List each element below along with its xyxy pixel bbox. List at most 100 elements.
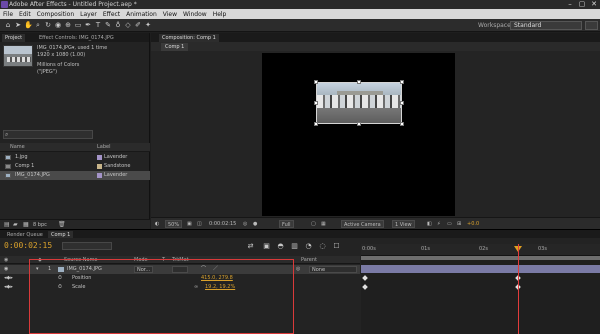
hand-tool-icon[interactable]: ✋ <box>24 22 33 29</box>
property-row-scale[interactable]: ◂◆▸ ⏱ Scale ∞ 19.2, 19.2% <box>0 283 360 292</box>
current-time[interactable]: 0:00:02:15 <box>209 220 236 228</box>
av-features-icon[interactable]: ◉ <box>4 257 8 263</box>
show-channel-icon[interactable]: ● <box>253 220 257 228</box>
layer-image-parking-lot[interactable] <box>316 82 402 124</box>
brush-tool-icon[interactable]: ✎ <box>104 22 112 29</box>
composition-canvas[interactable] <box>262 53 455 216</box>
search-help-icon[interactable] <box>585 21 598 30</box>
transparency-grid-icon[interactable]: ▦ <box>321 220 326 228</box>
stopwatch-icon[interactable]: ⏱ <box>58 274 62 283</box>
tab-effect-controls[interactable]: Effect Controls: IMG_0174.JPG <box>36 34 117 42</box>
transform-handle[interactable] <box>400 122 404 126</box>
scale-value[interactable]: 19.2, 19.2% <box>205 283 235 292</box>
shy-switch-icon[interactable]: ⌒ <box>201 265 206 274</box>
frame-blending-icon[interactable]: ▥ <box>290 242 299 250</box>
column-label[interactable]: Label <box>97 144 111 150</box>
resolution-select[interactable]: Full <box>279 220 294 228</box>
column-name[interactable]: Name <box>10 144 25 150</box>
toggle-pixel-aspect-icon[interactable]: ◧ <box>427 220 432 228</box>
region-of-interest-icon[interactable]: ▢ <box>311 220 316 228</box>
stopwatch-icon[interactable]: ⏱ <box>58 283 62 292</box>
constrain-proportions-icon[interactable]: ∞ <box>194 283 198 292</box>
label-swatch[interactable] <box>97 173 102 178</box>
maximize-button[interactable]: ▢ <box>576 0 588 9</box>
home-icon[interactable]: ⌂ <box>4 22 12 29</box>
expand-arrow-icon[interactable]: ▾ <box>36 265 39 274</box>
transform-handle[interactable] <box>314 122 318 126</box>
project-search-input[interactable]: ⌕ <box>3 130 93 139</box>
camera-tool-icon[interactable]: ◉ <box>54 22 62 29</box>
new-composition-icon[interactable]: ▦ <box>23 221 29 228</box>
rectangle-tool-icon[interactable]: ▭ <box>74 22 82 29</box>
keyframe[interactable] <box>362 275 368 281</box>
eraser-tool-icon[interactable]: ◇ <box>124 22 132 29</box>
blend-mode-select[interactable]: Nor... <box>134 266 154 273</box>
project-item[interactable]: Comp 1 Sandstone <box>0 162 150 171</box>
menu-window[interactable]: Window <box>183 11 207 18</box>
keyframe-nav-icon[interactable]: ◂◆▸ <box>4 283 13 292</box>
pen-tool-icon[interactable]: ✒ <box>84 22 92 29</box>
view-layout-select[interactable]: 1 View <box>392 220 415 228</box>
column-t[interactable]: T <box>162 257 165 263</box>
camera-select[interactable]: Active Camera <box>341 220 384 228</box>
layer-track-area[interactable] <box>361 260 600 334</box>
always-preview-icon[interactable]: ◐ <box>155 220 159 228</box>
timeline-current-time[interactable]: 0:00:02:15 <box>4 241 52 250</box>
zoom-tool-icon[interactable]: ⌕ <box>34 22 42 29</box>
current-time-indicator[interactable] <box>518 244 519 334</box>
project-item[interactable]: 1.jpg Lavender <box>0 153 150 162</box>
pan-behind-tool-icon[interactable]: ⊕ <box>64 22 72 29</box>
mask-visibility-icon[interactable]: ◫ <box>197 220 202 228</box>
close-button[interactable]: ✕ <box>588 0 600 9</box>
transform-handle[interactable] <box>400 101 404 105</box>
draft-3d-icon[interactable]: ▣ <box>262 242 271 250</box>
menu-help[interactable]: Help <box>213 11 227 18</box>
puppet-tool-icon[interactable]: ✦ <box>144 22 152 29</box>
new-folder-icon[interactable]: ▰ <box>13 221 18 228</box>
quality-switch-icon[interactable]: ／ <box>213 265 218 274</box>
column-mode[interactable]: Mode <box>134 257 148 263</box>
selection-tool-icon[interactable]: ➤ <box>14 22 22 29</box>
bit-depth[interactable]: 8 bpc <box>33 222 47 228</box>
column-trkmat[interactable]: TrkMat <box>172 257 189 263</box>
motion-blur-icon[interactable]: ◔ <box>304 242 313 250</box>
label-swatch[interactable] <box>97 155 102 160</box>
menu-effect[interactable]: Effect <box>103 11 120 18</box>
rotate-tool-icon[interactable]: ↻ <box>44 22 52 29</box>
fast-previews-icon[interactable]: ⚡ <box>437 220 441 228</box>
comp-breadcrumb-item[interactable]: Comp 1 <box>161 43 189 51</box>
minimize-button[interactable]: – <box>564 0 576 9</box>
transform-handle[interactable] <box>400 80 404 84</box>
keyframe-nav-icon[interactable]: ◂◆▸ <box>4 274 13 283</box>
visibility-eye-icon[interactable]: ◉ <box>4 265 8 274</box>
roto-brush-tool-icon[interactable]: ✐ <box>134 22 142 29</box>
project-item-selected[interactable]: IMG_0174.JPG Lavender <box>0 171 150 180</box>
label-column-icon[interactable]: ◆ <box>38 257 42 263</box>
layer-name[interactable]: IMG_0174.JPG <box>67 265 102 274</box>
transform-handle[interactable] <box>357 80 361 84</box>
zoom-select[interactable]: 50% <box>165 220 183 228</box>
brainstorm-icon[interactable]: ☐ <box>332 242 341 250</box>
shy-layers-icon[interactable]: ◓ <box>276 242 285 250</box>
flowchart-icon[interactable]: ⊞ <box>457 220 461 228</box>
property-row-position[interactable]: ◂◆▸ ⏱ Position 415.0, 279.8 <box>0 274 360 283</box>
graph-editor-icon[interactable]: ◌ <box>318 242 327 250</box>
menu-composition[interactable]: Composition <box>37 11 74 18</box>
menu-edit[interactable]: Edit <box>19 11 31 18</box>
tab-composition[interactable]: Composition: Comp 1 <box>159 34 219 42</box>
transform-handle[interactable] <box>357 122 361 126</box>
label-swatch[interactable] <box>97 164 102 169</box>
menu-view[interactable]: View <box>163 11 177 18</box>
column-source-name[interactable]: Source Name <box>64 257 98 263</box>
menu-layer[interactable]: Layer <box>80 11 97 18</box>
parent-select[interactable]: None <box>309 266 357 273</box>
comp-mini-flowchart-icon[interactable]: ⇄ <box>246 242 255 250</box>
time-ruler[interactable]: 0:00s 01s 02s 03s <box>361 244 600 256</box>
timeline-search-input[interactable] <box>62 242 112 250</box>
text-tool-icon[interactable]: T <box>94 22 102 29</box>
clone-stamp-tool-icon[interactable]: ♁ <box>114 22 122 29</box>
exposure-value[interactable]: +0.0 <box>467 220 479 228</box>
layer-row[interactable]: ◉ ▾ 1 IMG_0174.JPG Nor... ⌒ ／ ◎ None <box>0 265 360 274</box>
keyframe[interactable] <box>362 284 368 290</box>
menu-animation[interactable]: Animation <box>126 11 157 18</box>
